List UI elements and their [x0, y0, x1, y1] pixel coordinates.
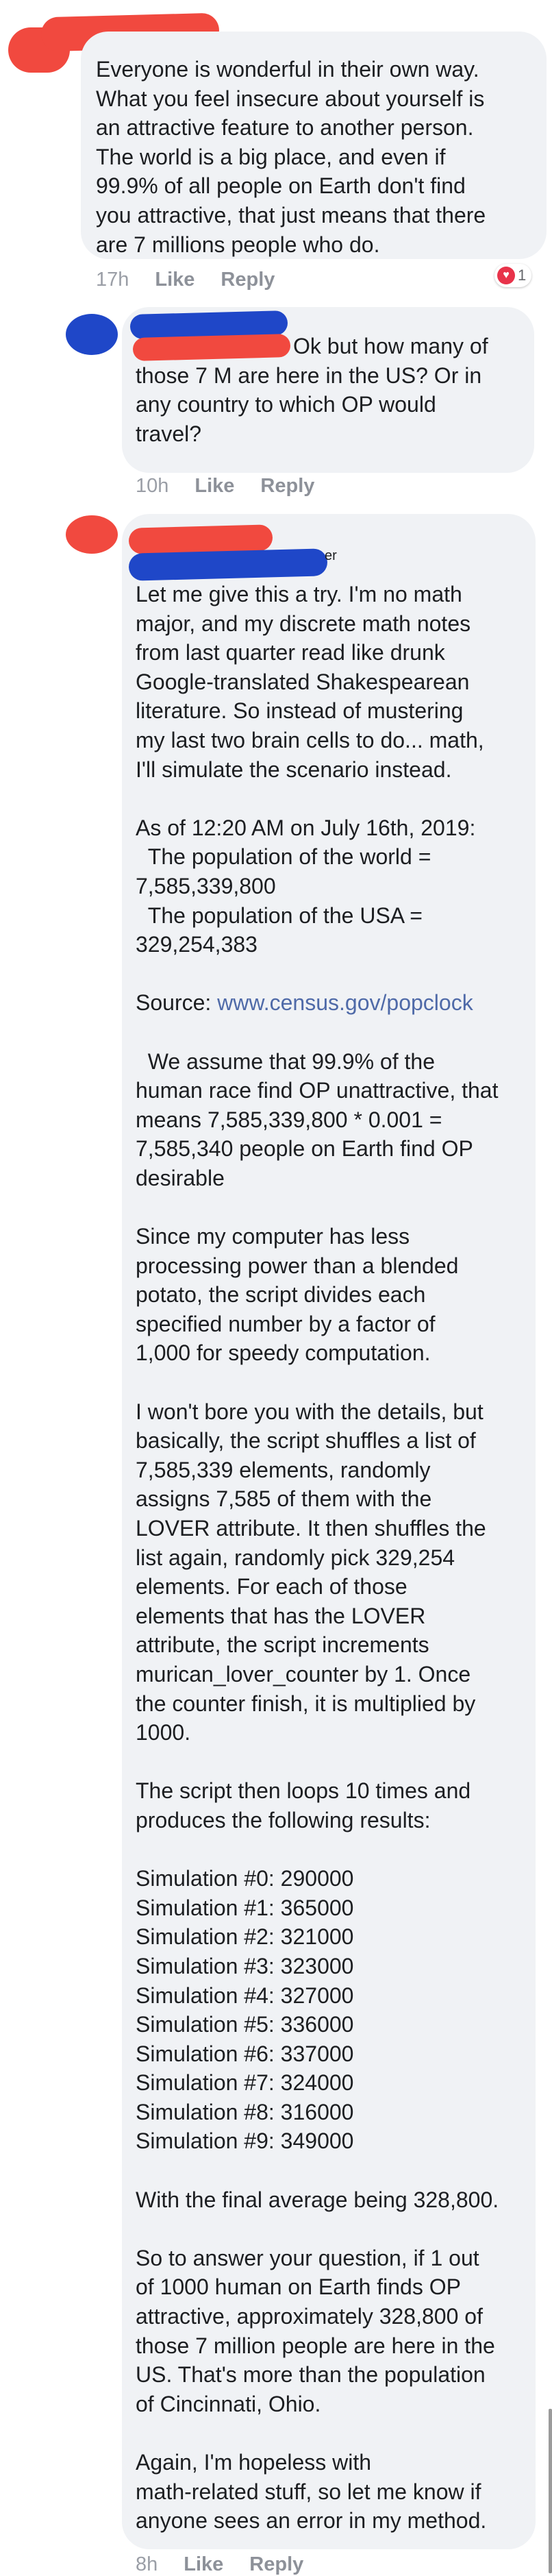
comment-text-1: Everyone is wonderful in their own way. … — [96, 57, 486, 257]
commenter-avatar-2[interactable] — [66, 314, 118, 355]
reply-button-1[interactable]: Reply — [221, 269, 275, 291]
comment-3-source-line: Source: www.census.gov/popclock — [136, 988, 526, 1018]
comment-bubble-2: Ok but how many of those 7 M are here in… — [122, 307, 534, 473]
comment-3-paragraph-6: The script then loops 10 times and produ… — [136, 1778, 471, 1832]
comment-3-paragraph-5: I won't bore you with the details, but b… — [136, 1399, 486, 1745]
simulation-line: Simulation #8: 316000 — [136, 2099, 354, 2124]
comment-3-paragraph-4: Since my computer has less processing po… — [136, 1224, 459, 1366]
comment-text-2: those 7 M are here in the US? Or in any … — [136, 363, 482, 446]
reply-button-3[interactable]: Reply — [249, 2553, 303, 2576]
reaction-badge-1[interactable]: ♥ 1 — [494, 264, 531, 287]
comment-3-paragraph-1: Let me give this a try. I'm no math majo… — [136, 582, 484, 782]
comment-time-1[interactable]: 17h — [96, 269, 129, 291]
source-label: Source: — [136, 990, 218, 1016]
redacted-name-fragment-3: er — [325, 548, 337, 563]
redacted-name-2b — [132, 333, 291, 362]
heart-icon: ♥ — [497, 267, 515, 284]
comment-3-paragraph-2: As of 12:20 AM on July 16th, 2019: The p… — [136, 815, 476, 957]
comment-actions-2: 10h Like Reply — [136, 475, 314, 498]
commenter-avatar-3[interactable] — [66, 515, 118, 554]
simulation-line: Simulation #2: 321000 — [136, 1924, 354, 1950]
like-button-1[interactable]: Like — [155, 269, 195, 291]
simulation-line: Simulation #6: 337000 — [136, 2041, 354, 2066]
simulation-line: Simulation #0: 290000 — [136, 1866, 354, 1891]
comment-actions-1: 17h Like Reply — [96, 269, 275, 291]
comment-bubble-1: Everyone is wonderful in their own way. … — [81, 32, 547, 259]
comment-actions-3: 8h Like Reply — [136, 2553, 303, 2576]
simulation-line: Simulation #9: 349000 — [136, 2129, 354, 2154]
comment-3-paragraph-9: Again, I'm hopeless with math-related st… — [136, 2450, 487, 2534]
comment-3-paragraph-3: We assume that 99.9% of the human race f… — [136, 1048, 499, 1190]
comment-text-2-first-line: Ok but how many of — [293, 334, 488, 358]
comment-time-3[interactable]: 8h — [136, 2553, 158, 2576]
census-link[interactable]: www.census.gov/popclock — [217, 990, 473, 1015]
simulation-line: Simulation #5: 336000 — [136, 2012, 354, 2037]
like-button-2[interactable]: Like — [195, 475, 234, 498]
scrollbar-thumb[interactable] — [549, 2409, 552, 2573]
redacted-name-3b — [128, 548, 328, 581]
comment-time-2[interactable]: 10h — [136, 475, 168, 498]
comment-3-paragraph-8: So to answer your question, if 1 out of … — [136, 2245, 495, 2416]
like-button-3[interactable]: Like — [184, 2553, 223, 2576]
reply-button-2[interactable]: Reply — [260, 475, 314, 498]
comment-3-paragraph-7: With the final average being 328,800. — [136, 2187, 499, 2212]
simulation-line: Simulation #1: 365000 — [136, 1895, 354, 1920]
comment-bubble-3: er Let me give this a try. I'm no math m… — [122, 514, 536, 2549]
simulation-line: Simulation #3: 323000 — [136, 1953, 354, 1978]
reaction-count-1: 1 — [518, 267, 527, 284]
simulation-line: Simulation #7: 324000 — [136, 2070, 354, 2096]
simulation-line: Simulation #4: 327000 — [136, 1983, 354, 2008]
